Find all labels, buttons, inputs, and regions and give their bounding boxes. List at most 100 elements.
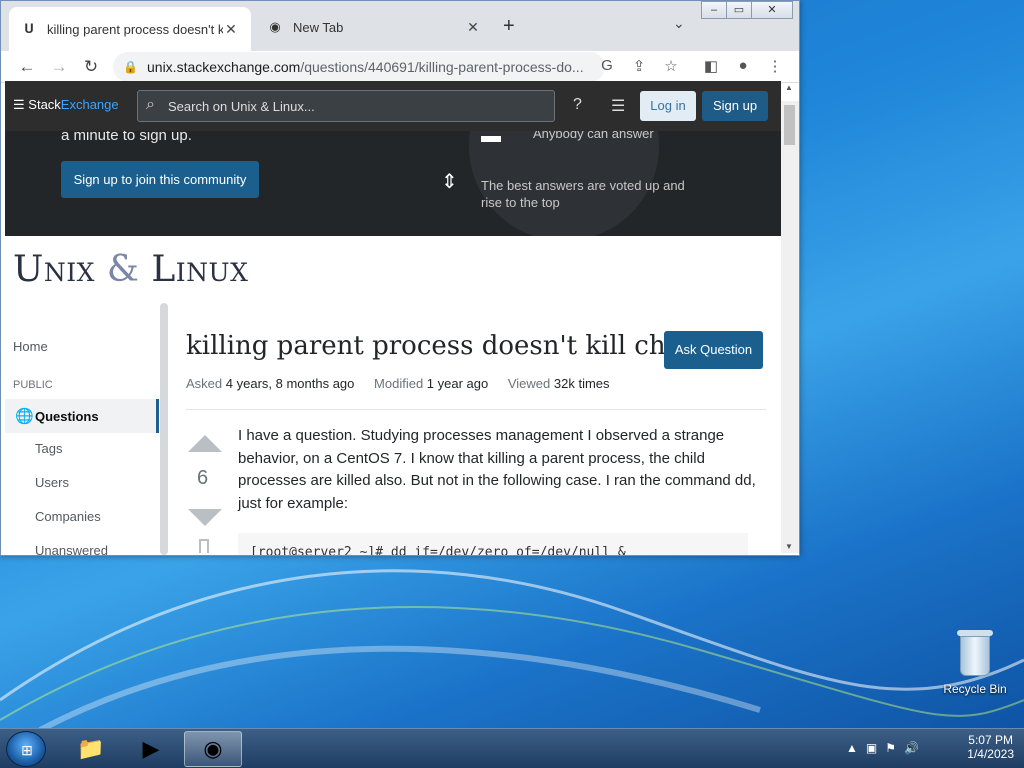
recycle-bin-label: Recycle Bin xyxy=(943,682,1007,696)
sidebar-item-users[interactable]: Users xyxy=(35,475,69,490)
question-title[interactable]: killing parent process doesn't kill chil… xyxy=(186,331,699,361)
upvote-arrow-icon[interactable] xyxy=(188,435,222,452)
sidebar-scrollbar[interactable] xyxy=(160,303,168,555)
chrome-taskbar-icon[interactable]: ◉ xyxy=(184,731,242,767)
logo-exchange: Exchange xyxy=(60,97,119,112)
bookmark-icon[interactable] xyxy=(199,539,209,553)
code-block: [root@server2 ~]# dd if=/dev/zero of=/de… xyxy=(238,533,748,555)
site-title-linux: Linux xyxy=(151,249,249,290)
banner-signup-text: a minute to sign up. xyxy=(61,131,192,144)
stackexchange-header: ☰ StackExchange ⌕ Search on Unix & Linux… xyxy=(5,81,781,131)
help-icon[interactable]: ? xyxy=(573,96,582,114)
close-tab-icon[interactable]: ✕ xyxy=(223,21,239,38)
clock-date: 1/4/2023 xyxy=(967,747,1014,761)
search-input[interactable]: ⌕ Search on Unix & Linux... xyxy=(137,90,555,122)
chrome-icon: ◉ xyxy=(269,19,281,34)
start-button[interactable]: ⊞ xyxy=(6,731,46,767)
site-title-unix: Unix xyxy=(13,249,95,290)
recycle-bin-icon xyxy=(957,630,993,676)
close-tab-icon[interactable]: ✕ xyxy=(465,19,481,36)
share-icon[interactable]: ⇪ xyxy=(629,57,649,75)
tab-title: killing parent process doesn't kill xyxy=(47,21,223,37)
tab-title: New Tab xyxy=(293,19,344,35)
modified-value[interactable]: 1 year ago xyxy=(427,376,488,391)
banner-best-answers-line2: rise to the top xyxy=(481,195,560,210)
profile-icon[interactable]: ● xyxy=(733,57,753,74)
system-tray: ▲ ▣ ⚑ 🔊 xyxy=(846,741,919,755)
show-hidden-icons-icon[interactable]: ▲ xyxy=(846,741,858,755)
recycle-bin[interactable]: Recycle Bin xyxy=(940,630,1010,696)
site-title[interactable]: Unix & Linux xyxy=(13,249,248,290)
lock-icon: 🔒 xyxy=(123,60,138,74)
signup-button[interactable]: Sign up xyxy=(702,91,768,121)
viewed-value: 32k times xyxy=(553,376,610,391)
site-title-amp: & xyxy=(106,249,140,290)
signup-banner: a minute to sign up. Sign up to join thi… xyxy=(5,131,781,236)
clock[interactable]: 5:07 PM 1/4/2023 xyxy=(967,733,1014,761)
viewed-label: Viewed xyxy=(507,376,551,391)
network-icon[interactable]: ▣ xyxy=(866,741,877,755)
bookmark-star-icon[interactable]: ☆ xyxy=(661,57,681,75)
file-explorer-taskbar-icon[interactable]: 📁 xyxy=(62,731,120,767)
scroll-down-icon[interactable]: ▼ xyxy=(785,542,793,551)
vote-count: 6 xyxy=(197,467,209,489)
logo-stack: Stack xyxy=(28,97,61,112)
downvote-arrow-icon[interactable] xyxy=(188,509,222,526)
close-window-button[interactable]: ✕ xyxy=(751,1,793,19)
menu-kebab-icon[interactable]: ⋮ xyxy=(765,57,785,75)
clock-time: 5:07 PM xyxy=(968,733,1013,747)
url-domain: unix.stackexchange.com xyxy=(147,59,301,75)
asked-value[interactable]: 4 years, 8 months ago xyxy=(226,376,355,391)
sidebar-item-questions[interactable]: 🌐 Questions xyxy=(5,399,159,433)
tab-new-tab[interactable]: ◉ New Tab ✕ xyxy=(255,9,493,45)
url-path: /questions/440691/killing-parent-process… xyxy=(300,59,584,75)
question-body: I have a question. Studying processes ma… xyxy=(238,427,756,512)
back-arrow-icon[interactable]: ← xyxy=(13,57,41,77)
sidebar-item-tags[interactable]: Tags xyxy=(35,441,62,456)
site-switcher-icon[interactable]: ☰ xyxy=(611,96,625,116)
unix-linux-favicon: 𝐔 xyxy=(24,21,34,36)
window-controls: – ▭ ✕ xyxy=(701,1,793,19)
sidebar-item-companies[interactable]: Companies xyxy=(35,509,101,524)
search-icon: ⌕ xyxy=(146,96,155,113)
browser-toolbar: ← → ↻ 🔒 unix.stackexchange.com/questions… xyxy=(1,51,799,83)
divider xyxy=(186,409,766,410)
media-player-taskbar-icon[interactable]: ▶ xyxy=(122,731,180,767)
login-button[interactable]: Log in xyxy=(640,91,696,121)
banner-anybody-answer: Anybody can answer xyxy=(533,131,654,141)
browser-window: 𝐔 killing parent process doesn't kill ✕ … xyxy=(0,0,800,556)
google-icon[interactable]: G xyxy=(597,57,617,74)
search-placeholder: Search on Unix & Linux... xyxy=(168,98,315,114)
maximize-button[interactable]: ▭ xyxy=(726,1,752,19)
scroll-up-icon[interactable]: ▲ xyxy=(785,83,793,92)
page-scrollbar[interactable]: ▲ ▼ xyxy=(781,83,799,553)
scrollbar-thumb[interactable] xyxy=(784,105,795,145)
reload-icon[interactable]: ↻ xyxy=(77,57,105,77)
action-center-flag-icon[interactable]: ⚑ xyxy=(885,741,896,755)
sidebar-section-public: PUBLIC xyxy=(13,379,53,391)
tab-question[interactable]: 𝐔 killing parent process doesn't kill ✕ xyxy=(9,7,251,51)
tab-search-chevron-icon[interactable]: ⌄ xyxy=(673,15,685,32)
page-viewport: ☰ StackExchange ⌕ Search on Unix & Linux… xyxy=(5,81,781,555)
new-tab-button[interactable]: + xyxy=(503,15,515,38)
sidebar-item-unanswered[interactable]: Unanswered xyxy=(35,543,108,555)
modified-label: Modified xyxy=(374,376,424,391)
banner-best-answers-line1: The best answers are voted up and xyxy=(481,178,685,193)
volume-icon[interactable]: 🔊 xyxy=(904,741,919,755)
ask-question-button[interactable]: Ask Question xyxy=(664,331,763,369)
vote-arrows-icon: ⇕ xyxy=(441,171,458,193)
chat-bubble-icon: ▬ xyxy=(481,131,501,147)
stackexchange-logo[interactable]: ☰ StackExchange xyxy=(13,97,119,113)
join-community-button[interactable]: Sign up to join this community xyxy=(61,161,259,198)
address-bar[interactable]: 🔒 unix.stackexchange.com/questions/44069… xyxy=(113,52,605,82)
asked-label: Asked xyxy=(186,376,223,391)
globe-icon: 🌐 xyxy=(15,408,34,425)
tab-strip: 𝐔 killing parent process doesn't kill ✕ … xyxy=(1,1,799,51)
minimize-button[interactable]: – xyxy=(701,1,727,19)
forward-arrow-icon[interactable]: → xyxy=(45,57,73,77)
question-meta: Asked 4 years, 8 months ago Modified 1 y… xyxy=(186,376,626,391)
side-panel-icon[interactable]: ◧ xyxy=(701,57,721,75)
sidebar-item-home[interactable]: Home xyxy=(13,339,48,354)
taskbar: ⊞ 📁 ▶ ◉ ▲ ▣ ⚑ 🔊 5:07 PM 1/4/2023 xyxy=(0,728,1024,768)
sidebar-item-label: Questions xyxy=(35,409,99,424)
